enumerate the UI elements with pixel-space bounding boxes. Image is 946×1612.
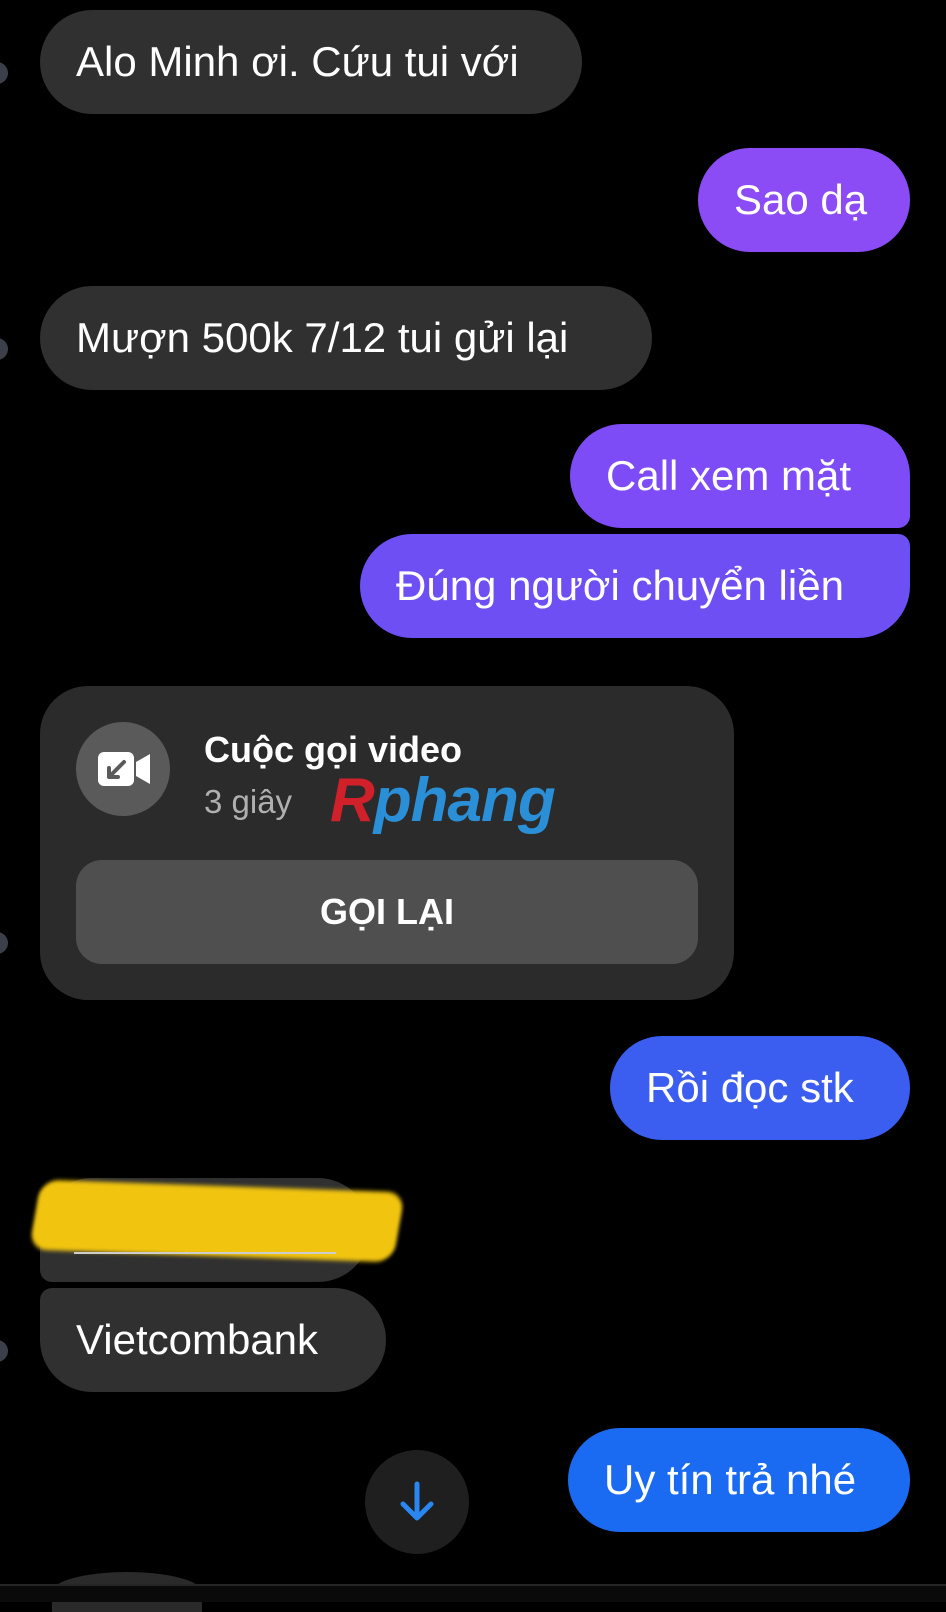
sender-avatar[interactable] <box>0 338 8 360</box>
call-title: Cuộc gọi video <box>204 729 463 770</box>
sender-avatar[interactable] <box>0 1340 8 1362</box>
message-incoming[interactable]: Alo Minh ơi. Cứu tui với <box>40 10 582 114</box>
redaction-mark <box>28 1179 406 1263</box>
call-back-button[interactable]: GỌI LẠI <box>76 860 698 964</box>
message-incoming[interactable]: Vietcombank <box>40 1288 386 1392</box>
message-text: Alo Minh ơi. Cứu tui với <box>76 38 519 85</box>
message-incoming[interactable]: Mượn 500k 7/12 tui gửi lại <box>40 286 652 390</box>
message-outgoing[interactable]: Call xem mặt <box>570 424 910 528</box>
sender-avatar[interactable] <box>0 62 8 84</box>
message-outgoing[interactable]: Rồi đọc stk <box>610 1036 910 1140</box>
message-text: Uy tín trả nhé <box>604 1456 857 1503</box>
message-outgoing[interactable]: Đúng người chuyển liền <box>360 534 910 638</box>
video-call-icon <box>76 722 170 816</box>
message-text: Mượn 500k 7/12 tui gửi lại <box>76 314 569 361</box>
message-text: Đúng người chuyển liền <box>396 562 844 609</box>
call-duration: 3 giây <box>204 783 293 820</box>
bottom-divider <box>0 1584 946 1602</box>
account-number-underline <box>74 1252 336 1254</box>
message-text: Sao dạ <box>734 176 868 223</box>
message-text: Rồi đọc stk <box>646 1064 854 1111</box>
message-text: Call xem mặt <box>606 452 852 499</box>
arrow-down-icon <box>400 1481 434 1521</box>
scroll-to-bottom-button[interactable] <box>365 1450 469 1554</box>
video-call-card: Cuộc gọi video 3 giây Rphang GỌI LẠI <box>40 686 734 1000</box>
message-outgoing[interactable]: Uy tín trả nhé <box>568 1428 910 1532</box>
watermark-logo: Rphang <box>330 766 556 835</box>
sender-avatar[interactable] <box>0 932 8 954</box>
message-text: Vietcombank <box>76 1316 319 1363</box>
message-outgoing[interactable]: Sao dạ <box>698 148 910 252</box>
